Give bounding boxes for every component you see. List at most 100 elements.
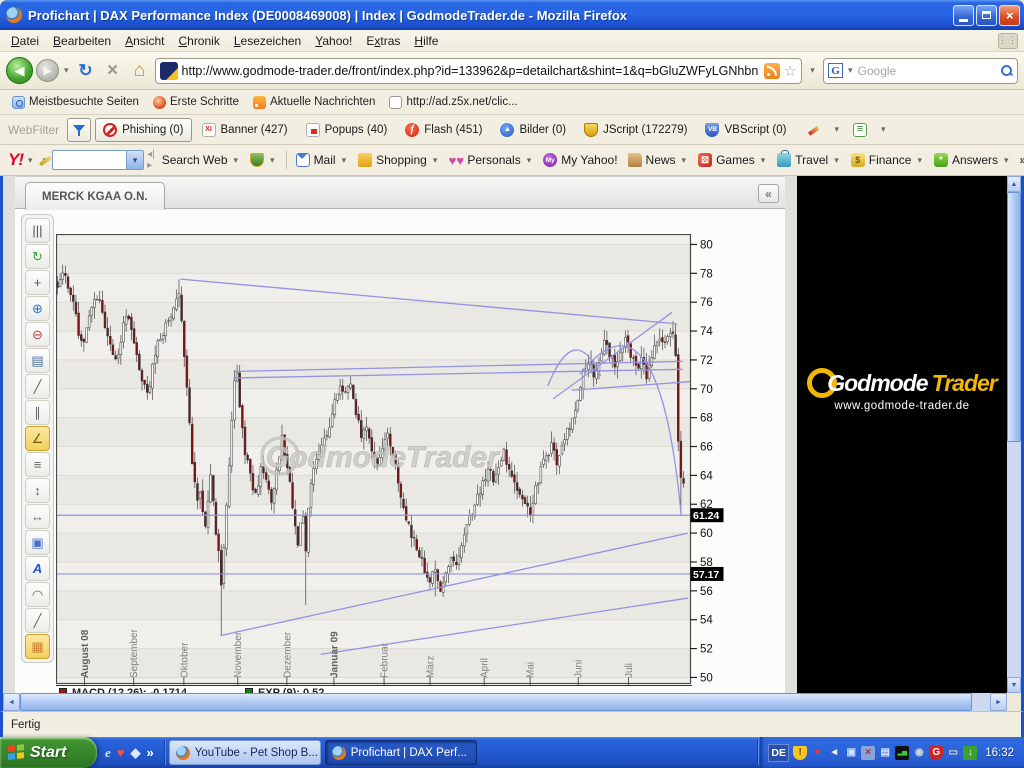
search-magnifier-icon[interactable]	[1000, 64, 1013, 77]
vertical-scroll-thumb[interactable]	[1007, 192, 1021, 442]
yahoo-item-travel[interactable]: Travel▾	[773, 151, 844, 169]
dropdown-icon[interactable]: ▾	[680, 155, 689, 166]
network-error-icon[interactable]: ×	[861, 746, 875, 760]
audio-icon[interactable]: ◉	[912, 746, 926, 760]
taskbar-task-profichart[interactable]: Profichart | DAX Perf...	[325, 740, 477, 765]
engine-dropdown-icon[interactable]: ▾	[846, 65, 855, 76]
webfilter-edit-button[interactable]	[798, 118, 828, 142]
yahoo-item-mail[interactable]: Mail▾	[292, 151, 353, 169]
horizontal-range-tool-button[interactable]: ↔	[25, 504, 50, 529]
horizontal-scroll-thumb[interactable]	[20, 693, 972, 711]
angle-tool-button[interactable]: ∠	[25, 426, 50, 451]
scroll-left-button[interactable]: ◄	[3, 693, 20, 711]
filter-popups-button[interactable]: Popups (40)	[298, 118, 396, 142]
gdata-shield-icon[interactable]: G	[929, 746, 943, 760]
scroll-up-button[interactable]: ▲	[1007, 176, 1021, 192]
ie-icon[interactable]: e	[105, 745, 111, 761]
volume-icon[interactable]: ◄	[827, 746, 841, 760]
yahoo-item-searchweb[interactable]: Search Web▾	[158, 151, 244, 169]
yahoo-item-answers[interactable]: *Answers▾	[930, 151, 1015, 169]
bookmark-item[interactable]: http://ad.z5x.net/clic...	[383, 94, 523, 111]
webfilter-funnel-button[interactable]	[67, 118, 91, 142]
parallel-channel-tool-button[interactable]: ∥	[25, 400, 50, 425]
bookmark-star-icon[interactable]: ☆	[784, 62, 797, 80]
dropdown-icon[interactable]: ▾	[1002, 155, 1011, 166]
dropdown-icon[interactable]: ▾	[268, 155, 277, 166]
heart-app-icon[interactable]: ♥	[117, 745, 125, 760]
yahoo-item-finance[interactable]: $Finance▾	[847, 151, 928, 169]
title-bar[interactable]: Profichart | DAX Performance Index (DE00…	[0, 0, 1024, 30]
menu-lesezeichen[interactable]: Lesezeichen	[227, 31, 308, 51]
dropdown-icon[interactable]: ▾	[525, 155, 534, 166]
menu-yahoo[interactable]: Yahoo!	[308, 31, 359, 51]
yahoo-search-box[interactable]: ▾	[52, 150, 144, 170]
yahoo-logo-dropdown-icon[interactable]: ▾	[26, 155, 35, 166]
reload-button[interactable]: ↻	[74, 59, 98, 83]
instrument-tab[interactable]: MERCK KGAA O.N.	[25, 182, 165, 210]
filter-flash-button[interactable]: fFlash (451)	[397, 118, 490, 142]
refresh-tool-button[interactable]: ↻	[25, 244, 50, 269]
taskbar-clock[interactable]: 16:32	[985, 747, 1014, 759]
text-tool-button[interactable]: A	[25, 556, 50, 581]
home-button[interactable]: ⌂	[128, 59, 152, 83]
toolbar-splitter[interactable]: ◂|▸	[147, 149, 155, 171]
bookmark-item[interactable]: Erste Schritte	[147, 94, 245, 111]
menu-extras[interactable]: Extras	[359, 31, 407, 51]
language-indicator[interactable]: DE	[768, 744, 789, 762]
forward-button[interactable]: ▶	[36, 59, 59, 82]
line-tool-button[interactable]: ╱	[25, 374, 50, 399]
google-engine-icon[interactable]: G	[828, 63, 843, 78]
webfilter-edit-dropdown-icon[interactable]: ▾	[832, 124, 841, 135]
menu-chronik[interactable]: Chronik	[171, 31, 226, 51]
url-input[interactable]	[182, 64, 760, 78]
traffic-icon[interactable]: ▂▅	[895, 746, 909, 760]
yahoo-item-shield[interactable]: ▾	[246, 151, 281, 169]
rectangle-tool-button[interactable]: ▣	[25, 530, 50, 555]
dropdown-icon[interactable]: ▾	[915, 155, 924, 166]
yahoo-item-news[interactable]: News▾	[624, 151, 693, 169]
yahoo-search-dropdown-icon[interactable]: ▾	[126, 151, 143, 169]
overflow-chevron[interactable]: »	[147, 745, 154, 760]
search-bar[interactable]: G ▾	[823, 58, 1018, 84]
menu-datei[interactable]: Datei	[4, 31, 46, 51]
start-button[interactable]: Start	[0, 737, 97, 768]
webfilter-list-dropdown-icon[interactable]: ▾	[879, 124, 888, 135]
taskbar-task-youtube[interactable]: YouTube - Pet Shop B...	[169, 740, 321, 765]
webfilter-list-button[interactable]	[845, 118, 875, 142]
vertical-scrollbar[interactable]: ▲ ▼	[1007, 176, 1021, 693]
menu-hilfe[interactable]: Hilfe	[407, 31, 445, 51]
messenger-icon[interactable]: ◆	[131, 745, 141, 761]
export-tool-button[interactable]: ▤	[25, 348, 50, 373]
menu-ansicht[interactable]: Ansicht	[118, 31, 171, 51]
scroll-down-button[interactable]: ▼	[1007, 677, 1021, 693]
url-dropdown-button[interactable]: ▾	[805, 58, 820, 84]
menu-bearbeiten[interactable]: Bearbeiten	[46, 31, 118, 51]
dropdown-icon[interactable]: ▾	[431, 155, 440, 166]
antivirus-heart-icon[interactable]: ♥	[810, 746, 824, 760]
yahoo-item-personals[interactable]: ♥♥Personals▾	[445, 151, 537, 169]
crosshair-tool-button[interactable]: +	[25, 270, 50, 295]
search-input[interactable]	[858, 64, 997, 78]
filter-banner-button[interactable]: XIBanner (427)	[194, 118, 296, 142]
bookmark-item[interactable]: Meistbesuchte Seiten	[6, 94, 145, 111]
display-icon[interactable]: ▣	[844, 746, 858, 760]
settings-grid-tool-button[interactable]: ▦	[25, 634, 50, 659]
filter-images-button[interactable]: ▲Bilder (0)	[492, 118, 574, 142]
modem-icon[interactable]: ▭	[946, 746, 960, 760]
keyboard-icon[interactable]: ▤	[878, 746, 892, 760]
yahoo-search-input[interactable]	[53, 151, 126, 169]
yahoo-overflow-chevron[interactable]: »	[1020, 153, 1024, 167]
security-alert-icon[interactable]: !	[793, 746, 807, 760]
price-chart[interactable]: GodmodeTraderAugust 08SeptemberOktoberNo…	[56, 234, 724, 693]
filter-phishing-button[interactable]: Phishing (0)	[95, 118, 191, 142]
vertical-range-tool-button[interactable]: ↕	[25, 478, 50, 503]
zoom-in-tool-button[interactable]: ⊕	[25, 296, 50, 321]
minimize-button[interactable]	[953, 5, 974, 26]
yahoo-item-games[interactable]: ⚄Games▾	[694, 151, 771, 169]
bookmark-item[interactable]: Aktuelle Nachrichten	[247, 94, 381, 111]
restore-button[interactable]	[976, 5, 997, 26]
history-dropdown-icon[interactable]: ▾	[62, 65, 71, 76]
filter-vbscript-button[interactable]: VBVBScript (0)	[697, 118, 794, 142]
filter-jscript-button[interactable]: JScript (172279)	[576, 118, 695, 142]
zoom-out-tool-button[interactable]: ⊖	[25, 322, 50, 347]
